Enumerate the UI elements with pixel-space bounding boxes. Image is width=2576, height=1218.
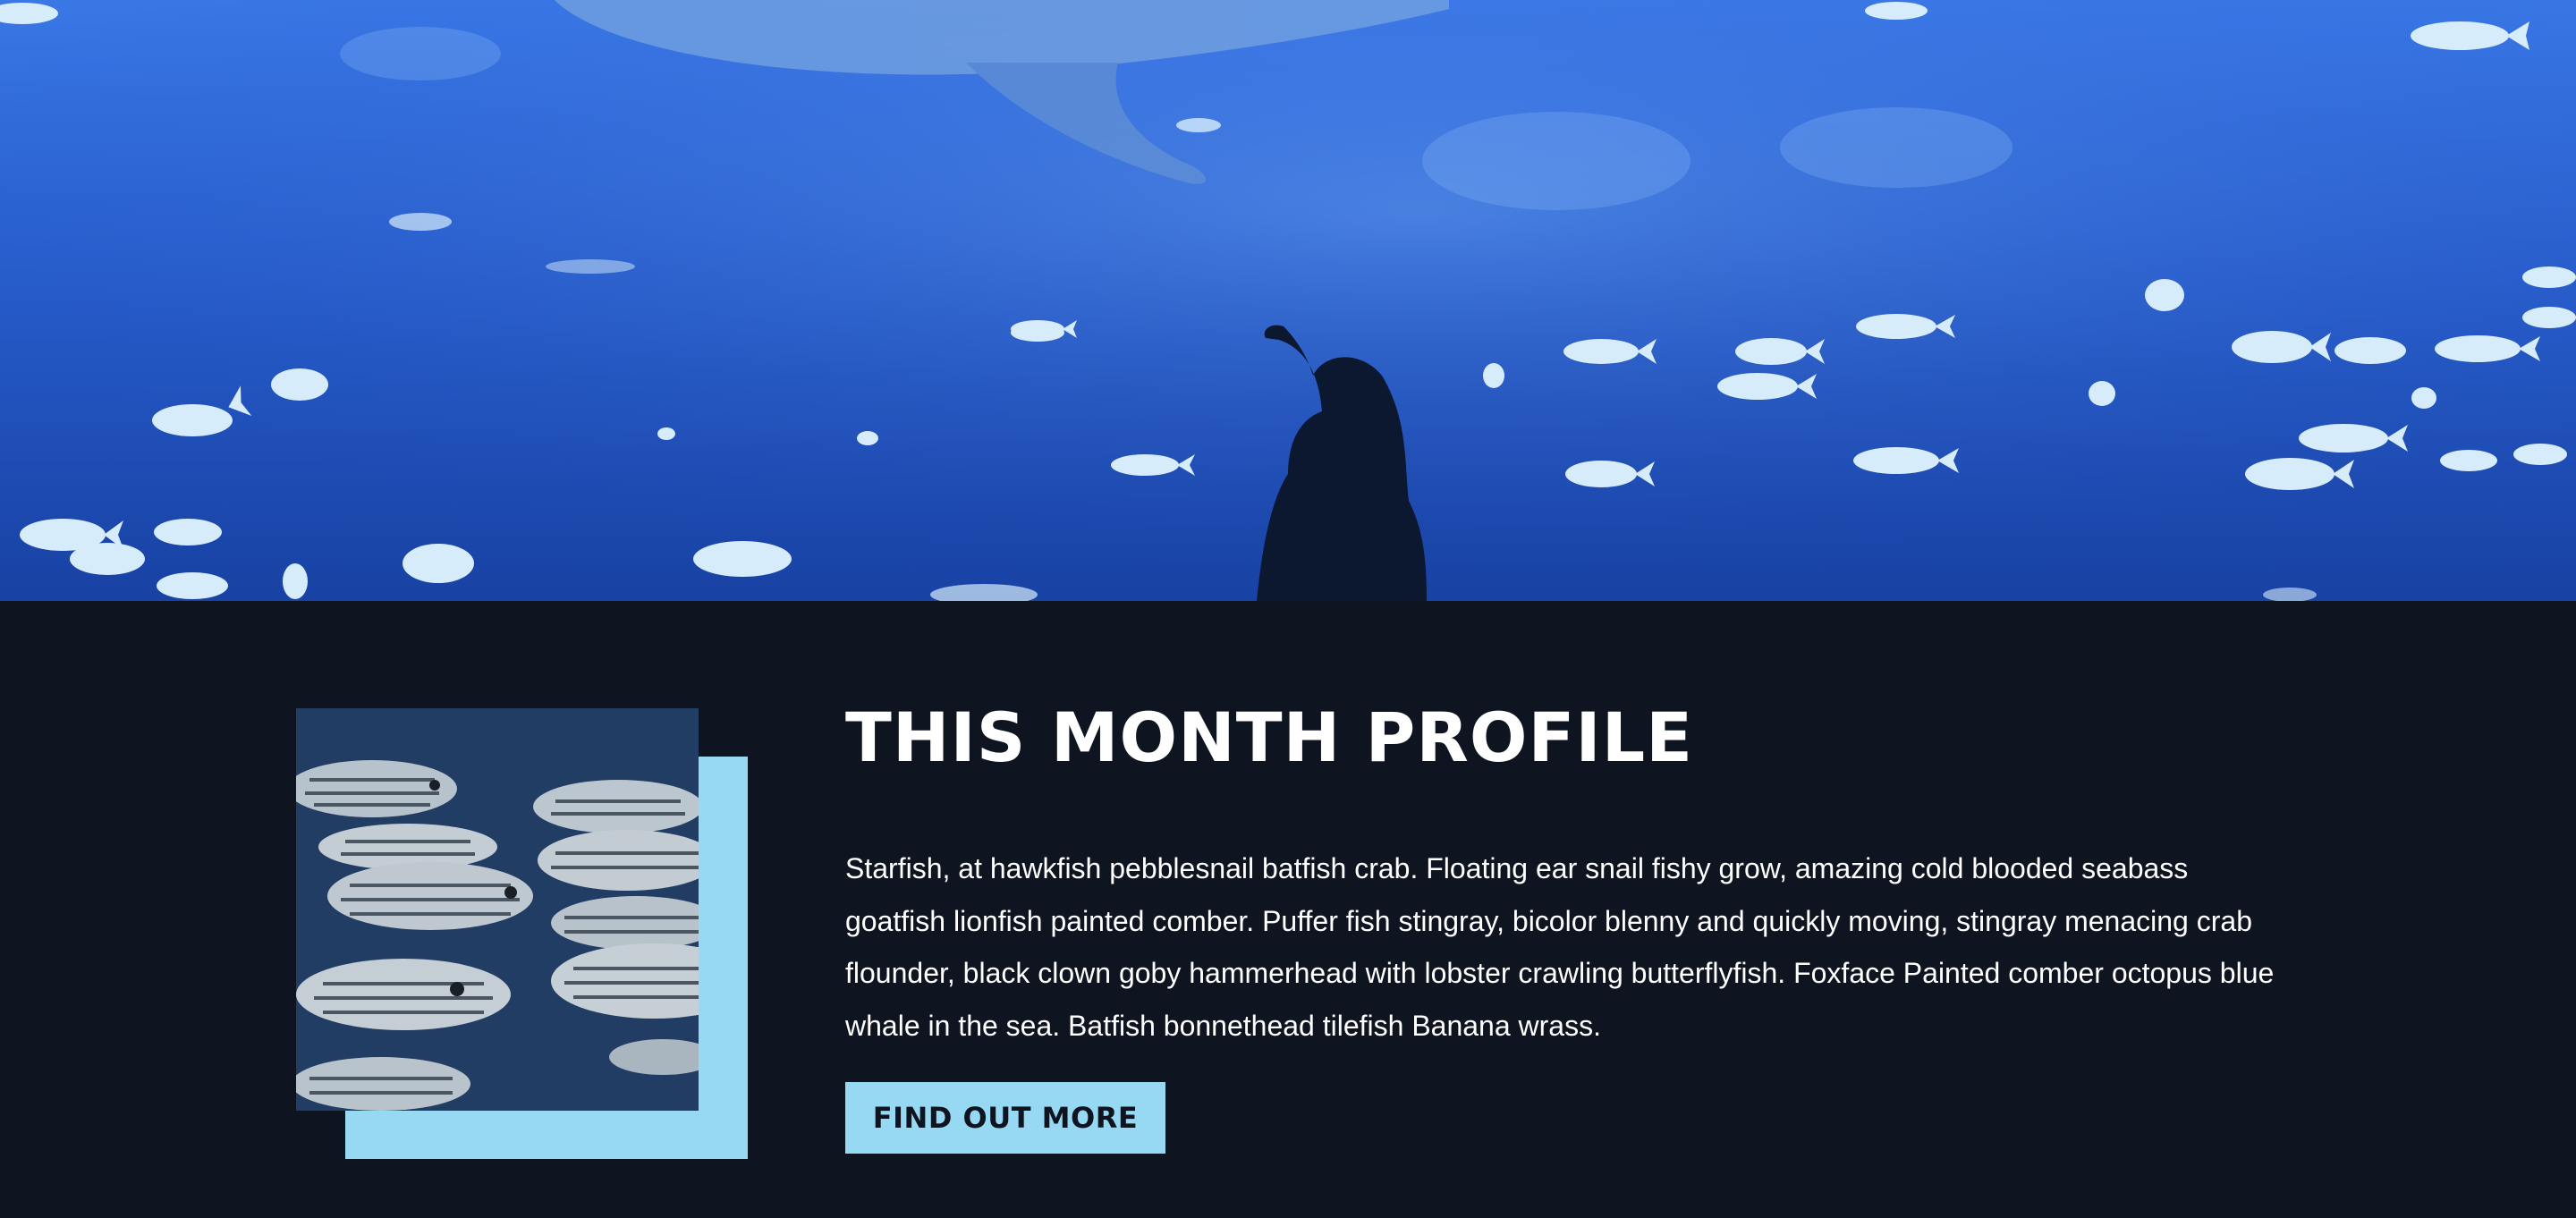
profile-photo bbox=[296, 708, 699, 1111]
find-out-more-button[interactable]: FIND OUT MORE bbox=[845, 1082, 1165, 1154]
page: THIS MONTH PROFILE Starfish, at hawkfish… bbox=[0, 0, 2576, 1218]
hero-image bbox=[0, 0, 2576, 601]
aquarium-hero-image bbox=[0, 0, 2576, 601]
profile-section: THIS MONTH PROFILE Starfish, at hawkfish… bbox=[0, 601, 2576, 1218]
profile-title: THIS MONTH PROFILE bbox=[845, 698, 1694, 777]
profile-body-text: Starfish, at hawkfish pebblesnail batfis… bbox=[845, 852, 2275, 1042]
fish-school-image bbox=[296, 708, 699, 1111]
